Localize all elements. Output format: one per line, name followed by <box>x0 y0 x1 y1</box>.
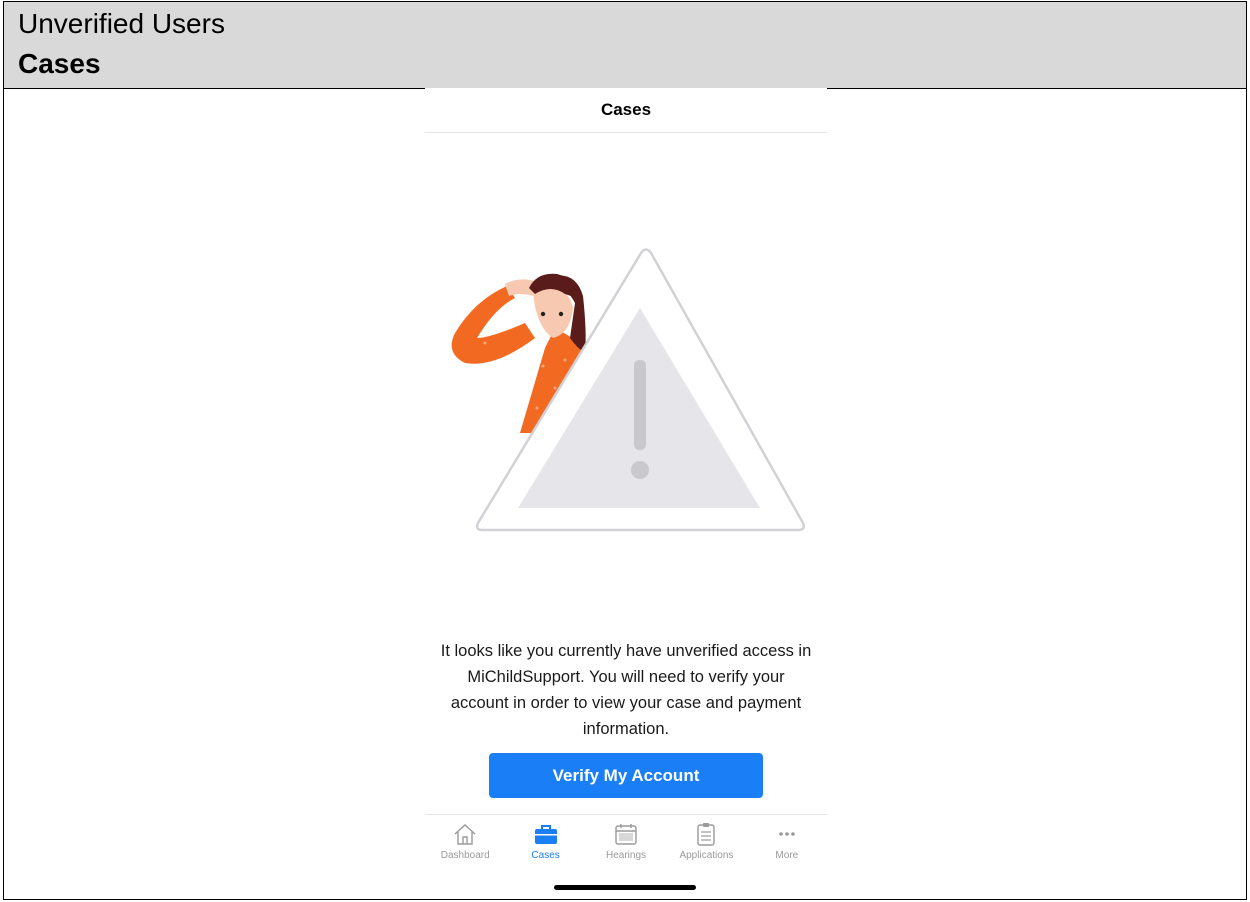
unverified-illustration <box>451 248 806 532</box>
section-subtitle: Unverified Users <box>18 8 225 39</box>
house-icon <box>454 824 476 845</box>
ellipsis-icon <box>779 832 795 836</box>
phone-screen: Cases It looks like you currently have u… <box>425 88 827 899</box>
verify-account-button[interactable]: Verify My Account <box>489 753 763 798</box>
tab-more[interactable]: More <box>747 815 827 875</box>
tab-cases[interactable]: Cases <box>505 815 585 875</box>
document-header: Unverified Users Cases <box>4 2 1246 89</box>
tab-applications[interactable]: Applications <box>666 815 746 875</box>
briefcase-icon <box>534 825 557 844</box>
tab-bar: Dashboard Cases Hearings Applications Mo… <box>425 815 827 875</box>
tab-label-applications: Applications <box>679 850 734 861</box>
tab-label-more: More <box>775 850 799 861</box>
home-indicator[interactable] <box>554 885 696 890</box>
nav-title: Cases <box>600 100 652 119</box>
nav-divider <box>425 132 827 133</box>
unverified-message: It looks like you currently have unverif… <box>440 642 812 738</box>
tab-label-cases: Cases <box>531 850 560 861</box>
clipboard-icon <box>697 823 716 846</box>
section-title: Cases <box>18 48 101 79</box>
tab-hearings[interactable]: Hearings <box>586 815 666 875</box>
tab-dashboard[interactable]: Dashboard <box>425 815 505 875</box>
tab-label-dashboard: Dashboard <box>440 850 490 861</box>
tab-label-hearings: Hearings <box>606 850 647 861</box>
calendar-icon <box>615 824 637 845</box>
